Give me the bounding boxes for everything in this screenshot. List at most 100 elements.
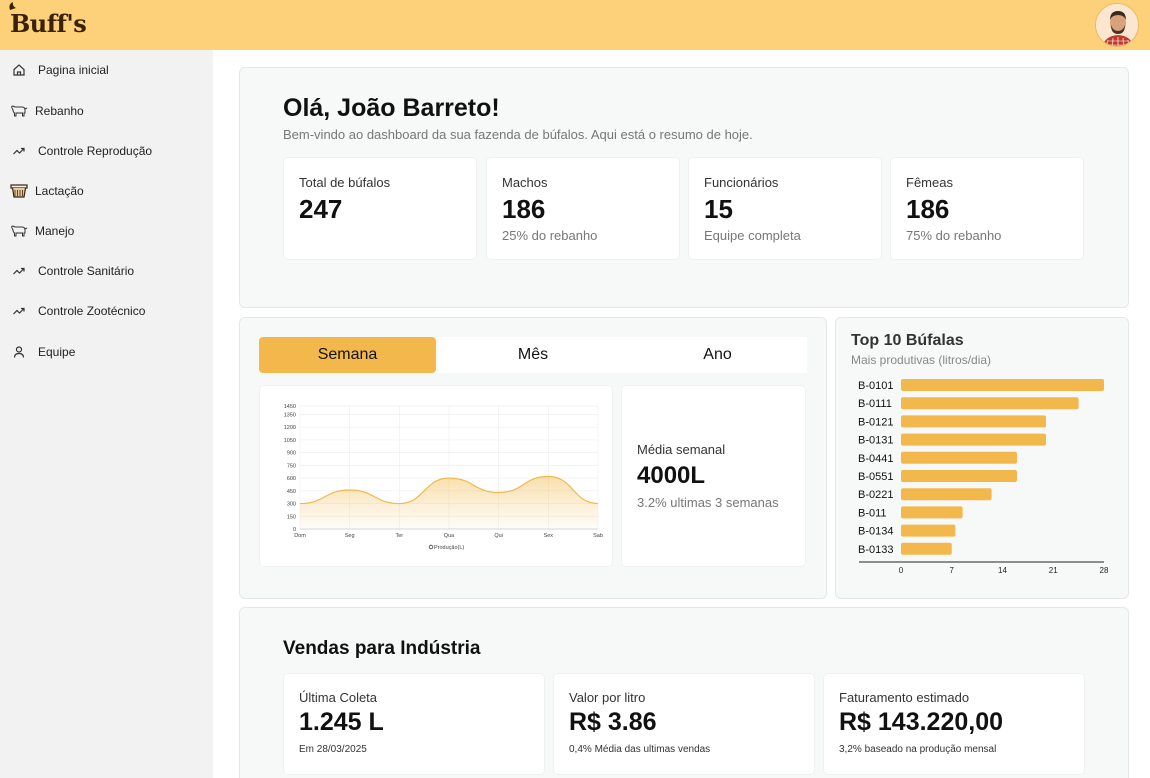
sale-card-valor-litro: Valor por litro R$ 3.86 0,4% Média das u… [553, 673, 815, 775]
bar-category-label: B-0221 [858, 489, 893, 501]
tab-mes[interactable]: Mês [438, 337, 628, 373]
tab-ano[interactable]: Ano [628, 337, 807, 373]
legend-label: Produção(L) [434, 545, 464, 551]
bar-category-label: B-0121 [858, 416, 893, 428]
sale-card-ultima-coleta: Última Coleta 1.245 L Em 28/03/2025 [283, 673, 545, 775]
top10-title: Top 10 Búfalas [851, 332, 964, 349]
y-tick-label: 750 [287, 463, 296, 469]
legend-marker [428, 544, 434, 550]
bar [901, 415, 1046, 428]
x-tick-label: 0 [899, 566, 904, 575]
sale-sub: Em 28/03/2025 [299, 744, 367, 755]
sidebar-item-lactacao[interactable]: Lactação [0, 176, 213, 206]
sale-label: Valor por litro [569, 690, 646, 705]
x-tick-label: Qua [444, 533, 455, 539]
sale-value: R$ 143.220,00 [839, 708, 1004, 736]
sidebar: Pagina inicial Rebanho Controle Reproduç… [0, 50, 213, 778]
bar [901, 451, 1017, 464]
stat-value: 186 [502, 194, 546, 224]
y-tick-label: 1050 [284, 438, 296, 444]
stat-card-total: Total de búfalos 247 [283, 157, 477, 260]
stat-card-funcionarios: Funcionários 15 Equipe completa [688, 157, 882, 260]
bar [901, 506, 963, 519]
y-tick-label: 1450 [284, 404, 296, 410]
bar [901, 470, 1017, 482]
x-tick-label: Qui [494, 533, 503, 539]
trend-icon [10, 142, 28, 160]
bar [901, 397, 1079, 410]
buffalo-icon [10, 222, 28, 240]
sales-title: Vendas para Indústria [283, 638, 481, 659]
stat-sub: 25% do rebanho [502, 228, 598, 243]
sale-card-faturamento: Faturamento estimado R$ 143.220,00 3,2% … [823, 673, 1085, 775]
stat-sub: 75% do rebanho [906, 228, 1002, 243]
sidebar-item-label: Rebanho [35, 104, 84, 118]
bar-category-label: B-0441 [858, 453, 893, 465]
sidebar-item-equipe[interactable]: Equipe [0, 337, 213, 367]
sale-sub: 3,2% baseado na produção mensal [839, 744, 997, 755]
user-icon [10, 343, 28, 361]
sidebar-item-controle-sanitario[interactable]: Controle Sanitário [0, 256, 213, 286]
stat-label: Fêmeas [906, 175, 953, 190]
series-area [300, 476, 598, 529]
bar [901, 433, 1046, 446]
chart-legend: Produção(L) [428, 544, 464, 551]
sale-value: 1.245 L [299, 708, 384, 736]
x-tick-label: Sab [593, 533, 603, 539]
bar [901, 524, 956, 537]
sidebar-item-label: Manejo [35, 224, 75, 238]
bar-category-label: B-0134 [858, 526, 893, 538]
x-tick-label: Seg [345, 533, 355, 539]
sale-label: Última Coleta [299, 690, 378, 705]
sale-sub: 0,4% Média das ultimas vendas [569, 744, 711, 755]
sidebar-item-controle-reproducao[interactable]: Controle Reprodução [0, 136, 213, 166]
bar-category-label: B-0101 [858, 380, 893, 392]
stat-card-machos: Machos 186 25% do rebanho [486, 157, 680, 260]
y-tick-label: 1350 [284, 412, 296, 418]
trend-icon [10, 262, 28, 280]
top10-subtitle: Mais produtivas (litros/dia) [851, 353, 992, 367]
sidebar-item-controle-zootecnico[interactable]: Controle Zootécnico [0, 296, 213, 326]
y-tick-label: 300 [287, 502, 296, 508]
bar [901, 379, 1104, 391]
sidebar-item-label: Equipe [38, 345, 76, 359]
x-tick-label: Dom [294, 533, 306, 539]
stat-value: 247 [299, 194, 343, 224]
sidebar-item-label: Controle Sanitário [38, 264, 135, 278]
sidebar-item-manejo[interactable]: Manejo [0, 216, 213, 246]
y-tick-label: 1200 [284, 425, 296, 431]
bar-category-label: B-0111 [858, 398, 892, 410]
production-area-chart: 01503004506007509001050120013501450Dom Se… [284, 404, 603, 551]
y-tick-label: 450 [287, 489, 296, 495]
sidebar-item-label: Controle Zootécnico [38, 304, 146, 318]
stat-sub: Equipe completa [704, 228, 801, 243]
weekly-average-label: Média semanal [637, 442, 726, 457]
stat-label: Funcionários [704, 175, 779, 190]
home-icon [10, 61, 28, 79]
weekly-average-value: 4000L [637, 462, 706, 489]
milk-bucket-icon [10, 182, 28, 200]
page-subtitle: Bem-vindo ao dashboard da sua fazenda de… [283, 127, 753, 142]
sidebar-item-rebanho[interactable]: Rebanho [0, 96, 213, 126]
x-tick-label: Ter [396, 533, 404, 539]
x-tick-label: Sex [544, 533, 554, 539]
bar-category-label: B-0551 [858, 471, 893, 483]
stat-label: Total de búfalos [299, 175, 391, 190]
sale-label: Faturamento estimado [839, 690, 970, 705]
buffalo-icon [10, 102, 28, 120]
stat-card-femeas: Fêmeas 186 75% do rebanho [890, 157, 1084, 260]
y-tick-label: 150 [287, 514, 296, 520]
horns-icon [8, 1, 38, 14]
user-avatar[interactable] [1095, 3, 1139, 47]
stat-label: Machos [502, 175, 548, 190]
weekly-average-card: Média semanal 4000L 3.2% ultimas 3 seman… [621, 385, 806, 567]
production-chart-card: 0 150 300 450 600 750 900 1050 1200 1350 1450 Dom Se… [259, 385, 613, 567]
x-tick-label: 14 [998, 566, 1007, 575]
top10-bar-chart: B-0101 B-0111 B-0121 B-0131 B-0441 B-0551 B-02… [858, 379, 1109, 575]
stat-value: 186 [906, 194, 950, 224]
page-title: Olá, João Barreto! [283, 94, 500, 122]
sidebar-item-home[interactable]: Pagina inicial [0, 55, 213, 85]
app-logo[interactable]: Buff's [9, 2, 87, 38]
tab-semana[interactable]: Semana [259, 337, 436, 373]
bar [901, 488, 992, 501]
